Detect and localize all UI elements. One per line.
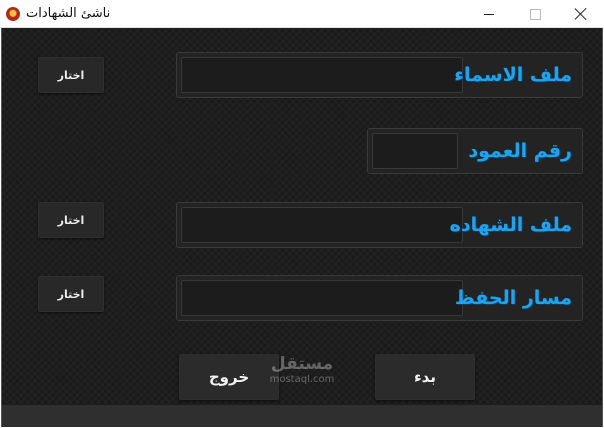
names-file-input[interactable] (181, 57, 463, 93)
column-number-input[interactable] (372, 133, 458, 169)
maximize-button[interactable] (512, 0, 558, 28)
certificate-file-browse-button[interactable]: اختار (38, 202, 104, 238)
certificate-file-input[interactable] (181, 207, 463, 243)
close-icon (575, 8, 587, 20)
watermark-arabic: مستقل (270, 354, 334, 374)
column-number-row: رقم العمود (367, 128, 583, 174)
start-button[interactable]: بدء (375, 354, 475, 400)
bottom-strip (2, 405, 602, 427)
watermark: مستقل mostaql.com (262, 354, 342, 386)
names-file-browse-button[interactable]: اختار (38, 57, 104, 93)
save-path-row: مسار الحفظ (176, 275, 583, 321)
column-number-label: رقم العمود (468, 140, 572, 162)
watermark-latin: mostaql.com (269, 374, 335, 385)
window-title: ناشئ الشهادات (26, 6, 111, 21)
minimize-icon (484, 13, 494, 15)
names-file-label: ملف الاسماء (454, 64, 572, 86)
maximize-icon (529, 8, 541, 20)
minimize-button[interactable] (466, 0, 512, 28)
save-path-input[interactable] (181, 280, 463, 316)
close-button[interactable] (558, 0, 604, 28)
save-path-label: مسار الحفظ (454, 287, 572, 309)
certificate-file-label: ملف الشهاده (449, 214, 572, 236)
names-file-row: ملف الاسماء (176, 52, 583, 98)
save-path-browse-button[interactable]: اختار (38, 276, 104, 312)
title-bar: ناشئ الشهادات (0, 0, 604, 28)
certificate-file-row: ملف الشهاده (176, 202, 583, 248)
app-icon (6, 7, 20, 21)
